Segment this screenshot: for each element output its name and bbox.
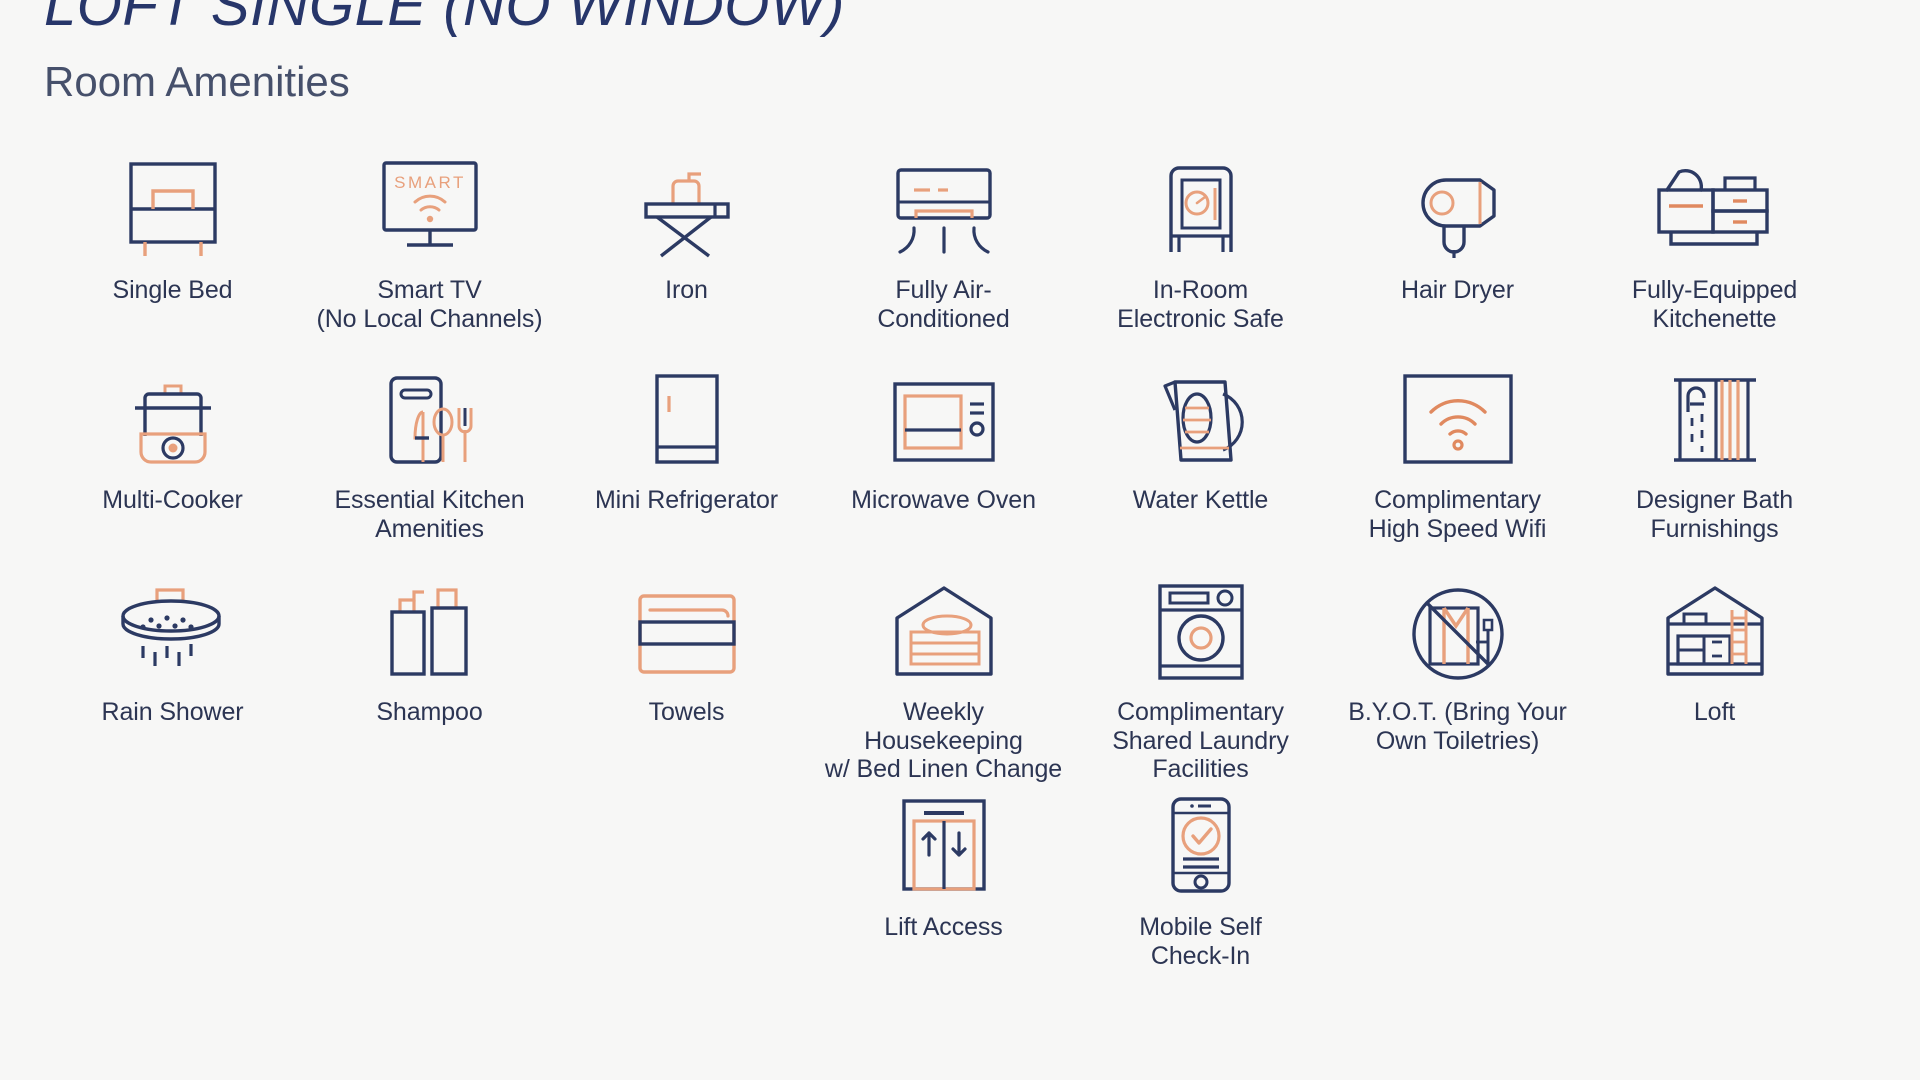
lift-icon [892,787,996,899]
amenity-label: B.Y.O.T. (Bring Your Own Toiletries) [1348,698,1567,755]
iron-icon [631,150,743,262]
microwave-icon [885,360,1003,472]
amenity-item: Shampoo [301,572,558,787]
page-title: LOFT SINGLE (NO WINDOW) [44,0,845,38]
amenity-item: Mini Refrigerator [558,360,815,572]
amenity-item: Fully Air- Conditioned [815,150,1072,360]
amenity-item: Single Bed [44,150,301,360]
single-bed-icon [117,150,229,262]
smart-tv-icon: SMART [371,150,489,262]
kitchen-utensils-icon [371,360,489,472]
amenity-item: Hair Dryer [1329,150,1586,360]
kitchenette-icon [1645,150,1785,262]
amenity-label: Water Kettle [1132,486,1269,514]
amenity-item: SMART Smart TV (No Local Channels) [301,150,558,360]
amenity-label: Fully Air- Conditioned [877,276,1010,333]
amenities-row: Single Bed SMART Smart TV (No Local Chan… [44,150,1844,360]
amenity-label: In-Room Electronic Safe [1117,276,1284,333]
safe-icon [1149,150,1253,262]
rain-shower-icon [111,572,235,684]
amenity-label: Microwave Oven [851,486,1036,514]
amenities-page: LOFT SINGLE (NO WINDOW) Room Amenities S… [0,0,1920,1080]
shampoo-icon [374,572,486,684]
amenity-label: Multi-Cooker [102,486,243,514]
amenity-item: Lift Access [815,787,1072,987]
amenity-item: Fully-Equipped Kitchenette [1586,150,1843,360]
amenity-item: Microwave Oven [815,360,1072,572]
amenity-label: Lift Access [884,913,1003,941]
amenity-item: Weekly Housekeeping w/ Bed Linen Change [815,572,1072,787]
hair-dryer-icon [1402,150,1514,262]
laundry-icon [1146,572,1256,684]
loft-icon [1656,572,1774,684]
amenity-label: Mobile Self Check-In [1139,913,1262,970]
amenity-item: Essential Kitchen Amenities [301,360,558,572]
amenity-label: Complimentary High Speed Wifi [1368,486,1547,543]
amenity-label: Essential Kitchen Amenities [334,486,525,543]
amenity-label: Fully-Equipped Kitchenette [1631,276,1798,333]
amenity-label: Designer Bath Furnishings [1635,486,1794,543]
amenity-label: Towels [648,698,725,726]
air-conditioner-icon [888,150,1000,262]
section-title: Room Amenities [44,58,350,105]
wifi-icon [1395,360,1521,472]
amenity-label: Mini Refrigerator [594,486,779,514]
amenity-label: Iron [665,276,708,304]
amenity-item: Multi-Cooker [44,360,301,572]
amenities-row: Multi-Cooker Essential Kitchen Amenities… [44,360,1844,572]
amenity-item: Designer Bath Furnishings [1586,360,1843,572]
amenity-item: In-Room Electronic Safe [1072,150,1329,360]
multi-cooker-icon [117,360,229,472]
bath-shower-icon [1660,360,1770,472]
amenity-label: Complimentary Shared Laundry Facilities [1112,698,1289,783]
amenity-label: Single Bed [112,276,233,304]
amenities-row: Rain Shower Shampoo Towels Weekly Housek… [44,572,1844,787]
amenity-item: Complimentary High Speed Wifi [1329,360,1586,572]
kettle-icon [1145,360,1257,472]
amenities-row: Lift Access Mobile Self Check-In [44,787,1844,987]
amenity-item: Loft [1586,572,1843,787]
towels-icon [628,572,746,684]
mobile-checkin-icon [1155,787,1247,899]
amenity-label: Weekly Housekeeping w/ Bed Linen Change [824,698,1063,783]
amenity-label: Hair Dryer [1401,276,1514,304]
smart-tv-screen-text: SMART [394,173,466,192]
amenity-item: Towels [558,572,815,787]
amenity-item: Complimentary Shared Laundry Facilities [1072,572,1329,787]
housekeeping-icon [885,572,1003,684]
amenity-item: B.Y.O.T. (Bring Your Own Toiletries) [1329,572,1586,787]
amenity-label: Shampoo [376,698,483,726]
no-toiletries-icon [1398,572,1518,684]
amenity-item: Iron [558,150,815,360]
amenity-label: Smart TV (No Local Channels) [316,276,543,333]
amenity-label: Rain Shower [101,698,244,726]
amenity-item: Water Kettle [1072,360,1329,572]
amenities-grid: Single Bed SMART Smart TV (No Local Chan… [44,150,1884,987]
amenity-item: Rain Shower [44,572,301,787]
amenity-label: Loft [1693,698,1736,726]
amenity-item: Mobile Self Check-In [1072,787,1329,987]
refrigerator-icon [635,360,739,472]
